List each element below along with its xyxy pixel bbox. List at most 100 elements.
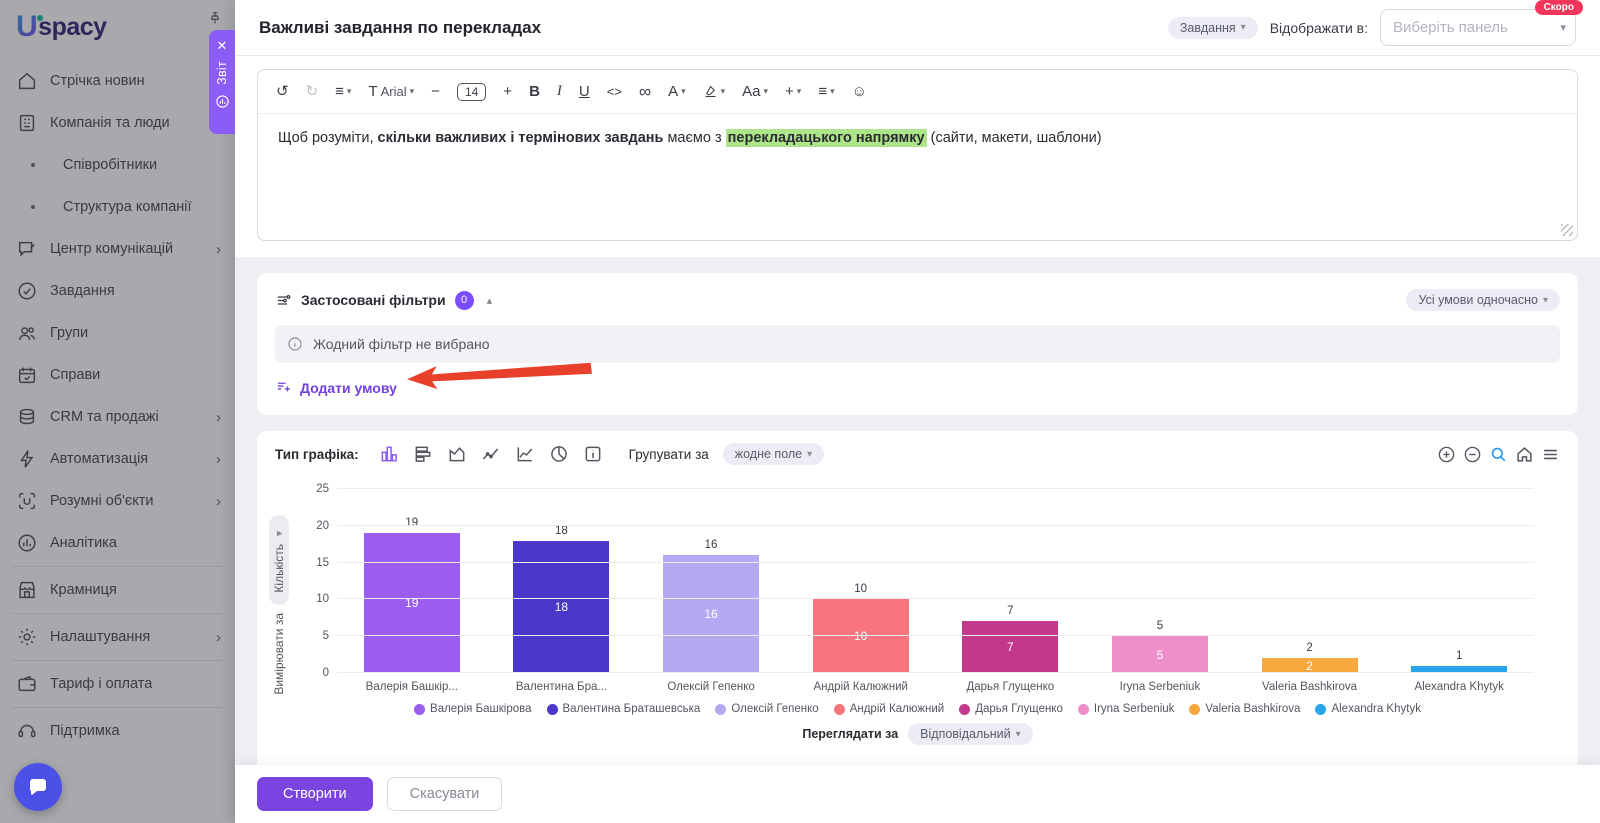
y-tick-label: 15 xyxy=(303,557,329,569)
line-spacing-icon: ≡ xyxy=(335,84,344,99)
font-family-button[interactable]: TArial▾ xyxy=(368,84,414,99)
legend-label: Валентина Браташевська xyxy=(563,703,701,715)
panel-select[interactable]: Виберіть панель ▾ Скоро xyxy=(1380,9,1576,46)
legend-label: Alexandra Khytyk xyxy=(1331,703,1421,715)
description-section: ↺ ↻ ≡▾ TArial▾ − 14 + B I U <> ∞ A▾ ▾ xyxy=(235,57,1600,257)
line-spacing-button[interactable]: ≡▾ xyxy=(335,84,351,99)
gridline xyxy=(337,525,1534,526)
group-by-value: жодне поле xyxy=(735,447,802,461)
text-case-button[interactable]: Aa ▾ xyxy=(742,84,768,99)
gridline xyxy=(337,635,1534,636)
panel-select-placeholder: Виберіть панель xyxy=(1393,19,1508,36)
conditions-mode-chip[interactable]: Усі умови одночасно ▾ xyxy=(1406,289,1560,311)
x-tick-label: Дарья Глущенко xyxy=(936,681,1086,693)
trend-chart-icon[interactable] xyxy=(515,444,535,464)
bar-group: 1 xyxy=(1411,650,1507,673)
page-title: Важливі завдання по перекладах xyxy=(259,18,541,38)
report-panel: ✕ Звіт Важливі завдання по перекладах За… xyxy=(235,0,1600,823)
report-side-tab[interactable]: ✕ Звіт xyxy=(209,30,235,134)
line-chart-icon[interactable] xyxy=(481,444,501,464)
text-case-icon: Aa xyxy=(742,84,760,99)
gridline xyxy=(337,672,1534,673)
info-icon xyxy=(287,336,303,352)
legend-label: Валерія Башкірова xyxy=(430,703,531,715)
gridline xyxy=(337,562,1534,563)
legend-label: Андрій Калюжний xyxy=(850,703,945,715)
group-by-chip[interactable]: жодне поле ▾ xyxy=(723,443,824,465)
chevron-down-icon: ▾ xyxy=(807,449,812,460)
chevron-down-icon: ▾ xyxy=(764,87,769,96)
bar-value-label: 7 xyxy=(1007,605,1013,617)
zoom-out-icon[interactable] xyxy=(1463,445,1482,464)
measure-by-chip[interactable]: ▾ Кількість xyxy=(269,515,289,605)
align-button[interactable]: ≡▾ xyxy=(818,84,834,99)
bar-chart-icon[interactable] xyxy=(379,444,399,464)
legend-label: Олексій Гепенко xyxy=(731,703,818,715)
align-icon: ≡ xyxy=(818,84,827,99)
view-by-chip[interactable]: Відповідальний ▾ xyxy=(908,723,1033,745)
highlight-color-button[interactable]: ▾ xyxy=(703,84,726,99)
bar-group: 1616 xyxy=(663,539,759,673)
bar-group: 22 xyxy=(1262,642,1358,673)
add-condition-button[interactable]: Додати умову xyxy=(275,379,397,396)
add-condition-label: Додати умову xyxy=(300,380,397,396)
zoom-in-icon[interactable] xyxy=(1437,445,1456,464)
emoji-button[interactable]: ☺ xyxy=(852,84,867,99)
highlight-icon xyxy=(703,84,718,99)
font-size-value[interactable]: 14 xyxy=(457,83,486,101)
chevron-down-icon: ▾ xyxy=(1016,729,1021,740)
insert-button[interactable]: +▾ xyxy=(785,84,801,99)
horizontal-bar-chart-icon[interactable] xyxy=(413,444,433,464)
x-tick-label: Валентина Бра... xyxy=(487,681,637,693)
magnifier-icon[interactable] xyxy=(1489,445,1508,464)
measure-by-value: Кількість xyxy=(272,544,286,593)
text-run: Щоб розуміти, xyxy=(278,130,378,146)
number-widget-icon[interactable] xyxy=(583,444,603,464)
modal-dim-overlay[interactable] xyxy=(0,0,235,823)
plot-area: 19191818161610107755221 0510152025 xyxy=(337,489,1534,673)
chart-type-icons xyxy=(379,444,603,464)
pie-chart-icon[interactable] xyxy=(549,444,569,464)
redo-button[interactable]: ↻ xyxy=(306,84,319,99)
legend-dot xyxy=(547,704,558,715)
support-chat-fab[interactable] xyxy=(14,763,62,811)
filter-sliders-icon xyxy=(275,292,292,309)
increase-font-button[interactable]: + xyxy=(503,84,512,99)
menu-icon[interactable] xyxy=(1541,445,1560,464)
filters-title: Застосовані фільтри xyxy=(301,292,446,308)
cancel-button[interactable]: Скасувати xyxy=(387,777,503,811)
decrease-font-button[interactable]: − xyxy=(431,84,440,99)
code-button[interactable]: <> xyxy=(607,85,622,98)
editor-resize-handle[interactable] xyxy=(1561,224,1573,236)
panel-content: ↺ ↻ ≡▾ TArial▾ − 14 + B I U <> ∞ A▾ ▾ xyxy=(235,57,1600,765)
underline-button[interactable]: U xyxy=(579,84,590,99)
chevron-up-icon[interactable]: ▴ xyxy=(487,294,493,307)
editor-body[interactable]: Щоб розуміти, скільки важливих і терміно… xyxy=(258,114,1577,240)
italic-button[interactable]: I xyxy=(557,84,562,99)
bar-Валентина Браташевська: 18 xyxy=(513,541,609,673)
undo-button[interactable]: ↺ xyxy=(276,84,289,99)
editor-toolbar: ↺ ↻ ≡▾ TArial▾ − 14 + B I U <> ∞ A▾ ▾ xyxy=(258,70,1577,114)
panel-footer: Створити Скасувати xyxy=(235,765,1600,823)
text-color-button[interactable]: A▾ xyxy=(668,84,686,99)
area-chart-icon[interactable] xyxy=(447,444,467,464)
x-tick-label: Андрій Калюжний xyxy=(786,681,936,693)
bar-inner-value: 10 xyxy=(813,629,909,643)
bar-value-label: 19 xyxy=(405,517,418,529)
legend-item: Дарья Глущенко xyxy=(959,703,1063,715)
bar-Олексій Гепенко: 16 xyxy=(663,555,759,673)
home-reset-icon[interactable] xyxy=(1515,445,1534,464)
bar-Дарья Глущенко: 7 xyxy=(962,621,1058,673)
link-button[interactable]: ∞ xyxy=(639,83,651,100)
bar-value-label: 5 xyxy=(1157,620,1163,632)
text-run-highlighted: перекладацького напрямку xyxy=(726,129,927,147)
rich-text-editor[interactable]: ↺ ↻ ≡▾ TArial▾ − 14 + B I U <> ∞ A▾ ▾ xyxy=(257,69,1578,241)
x-tick-label: Олексій Гепенко xyxy=(636,681,786,693)
entity-type-chip[interactable]: Завдання ▾ xyxy=(1168,17,1258,39)
bar-group: 77 xyxy=(962,605,1058,673)
bold-button[interactable]: B xyxy=(529,84,540,99)
bar-value-label: 16 xyxy=(705,539,718,551)
close-icon[interactable]: ✕ xyxy=(217,39,228,52)
create-button[interactable]: Створити xyxy=(257,777,373,811)
chart-type-label: Тип графіка: xyxy=(275,447,359,462)
